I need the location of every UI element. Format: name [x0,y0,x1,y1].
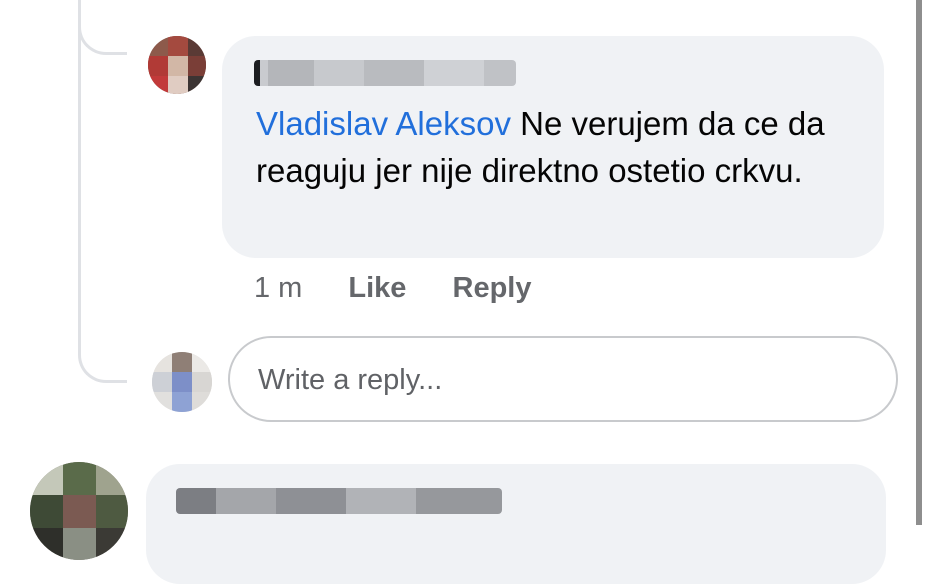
next-commenter-name-redacted[interactable] [176,488,502,514]
reply-input-box[interactable] [228,336,898,422]
thread-connector [78,12,127,55]
thread-connector [78,340,127,383]
comment-text: Vladislav Aleksov Ne verujem da ce da re… [256,100,866,194]
comment-timestamp[interactable]: 1 m [254,272,302,305]
comment-actions: 1 m Like Reply [254,272,531,305]
like-button[interactable]: Like [348,272,406,305]
thread-line [78,0,81,345]
next-commenter-avatar[interactable] [30,462,128,560]
mention-link[interactable]: Vladislav Aleksov [256,105,511,142]
commenter-avatar[interactable] [148,36,206,94]
next-comment-bubble [146,464,886,584]
commenter-name-redacted[interactable] [254,60,516,86]
reply-button[interactable]: Reply [453,272,532,305]
user-avatar [152,352,212,412]
scrollbar[interactable] [916,0,922,525]
reply-input[interactable] [258,360,858,400]
